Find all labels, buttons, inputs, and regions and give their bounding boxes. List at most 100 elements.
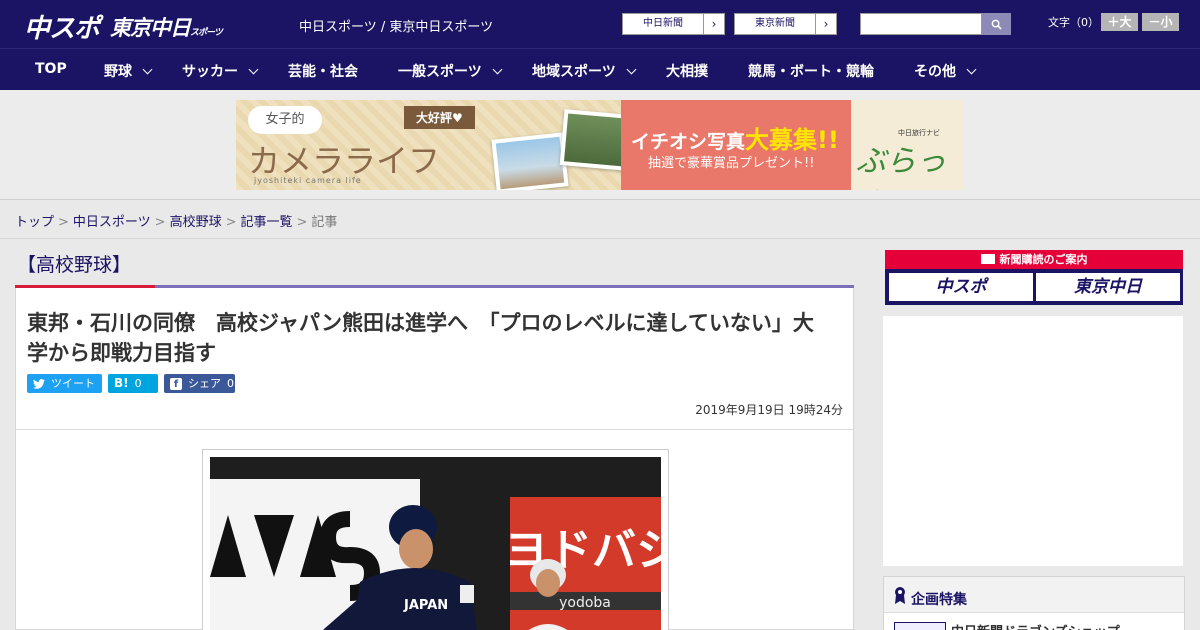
facebook-share-button[interactable]: f シェア 0 (164, 374, 235, 393)
chunichi-shimbun-label: 中日新聞 (643, 18, 683, 29)
banner-brand-logo: ぶらっ人 (856, 144, 946, 190)
breadcrumb-koko-yakyu[interactable]: 高校野球 (170, 215, 222, 230)
top-header: 中スポ 東京中日スポーツ 中日スポーツ / 東京中日スポーツ 中日新聞 › 東京… (0, 0, 1200, 48)
facebook-share-label: シェア (188, 377, 221, 390)
article-photo[interactable]: ヨドバシ yodoba JAPAN (210, 457, 661, 630)
section-title: 【高校野球】 (17, 254, 132, 276)
sidebar-ad[interactable] (883, 316, 1183, 566)
chevron-down-icon (142, 64, 153, 75)
nav-label: 芸能・社会 (288, 64, 358, 80)
facebook-icon: f (170, 377, 182, 390)
tokyo-chunichi-logo-small: スポーツ (190, 28, 223, 38)
article-date: 2019年9月19日 19時24分 (695, 403, 843, 417)
subscription-notice[interactable]: 新聞購読のご案内 中スポ 東京中日 (885, 250, 1183, 305)
nav-label: その他 (914, 64, 956, 80)
search-input[interactable] (860, 13, 982, 35)
breadcrumb-article-list[interactable]: 記事一覧 (241, 215, 293, 230)
breadcrumb-separator: > (154, 215, 166, 230)
nav-item-sumo[interactable]: 大相撲 (666, 61, 708, 81)
tweet-label: ツイート (51, 377, 95, 390)
nav-item-soccer[interactable]: サッカー (182, 61, 259, 81)
breadcrumb: トップ > 中日スポーツ > 高校野球 > 記事一覧 > 記事 (15, 211, 337, 230)
divider (0, 238, 1200, 239)
baseball-player-photo: ヨドバシ yodoba JAPAN (210, 457, 661, 630)
chevron-right-icon: › (703, 14, 724, 34)
banner-promo-emph: 大募集 (745, 126, 818, 154)
article-photo-frame: ヨドバシ yodoba JAPAN (202, 449, 669, 630)
nav-item-local-sports[interactable]: 地域スポーツ (532, 61, 637, 81)
svg-text:yodoba: yodoba (559, 595, 611, 611)
article-headline: 東邦・石川の同僚 高校ジャパン熊田は進学へ 「プロのレベルに達していない」大学か… (27, 311, 814, 365)
banner-prize: 抽選で豪華賞品プレゼント!! (648, 156, 815, 171)
ad-banner[interactable]: 女子的 カメラライフ jyoshiteki camera life 大好評♥ イ… (236, 100, 964, 190)
banner-photo (491, 132, 569, 190)
chevron-right-icon: › (815, 14, 836, 34)
chevron-down-icon (492, 64, 503, 75)
subscription-notice-title: 新聞購読のご案内 (885, 250, 1183, 269)
nav-label: 一般スポーツ (398, 64, 482, 80)
feature-item-link[interactable]: 中日新聞ドラゴンズショップ (951, 621, 1120, 630)
nav-item-general-sports[interactable]: 一般スポーツ (398, 61, 503, 81)
subscription-notice-text: 新聞購読のご案内 (999, 253, 1088, 266)
nav-label: 野球 (104, 64, 132, 80)
ribbon-icon (895, 587, 905, 604)
feature-panel-title: 企画特集 (911, 592, 967, 608)
search-icon (991, 19, 1002, 30)
nav-item-racing[interactable]: 競馬・ボート・競輪 (748, 61, 874, 81)
nav-label: TOP (35, 61, 67, 77)
banner-area: 女子的 カメラライフ jyoshiteki camera life 大好評♥ イ… (0, 90, 1200, 200)
banner-promo-suffix: !! (817, 126, 839, 154)
breadcrumb-chunichi-sports[interactable]: 中日スポーツ (73, 215, 151, 230)
feature-item-thumbnail[interactable] (894, 622, 946, 630)
banner-promo-prefix: イチオシ写真 (631, 131, 746, 153)
nav-item-entertainment[interactable]: 芸能・社会 (288, 61, 358, 81)
banner-promo-text: イチオシ写真大募集!! (631, 120, 839, 155)
main-nav: TOP 野球 サッカー 芸能・社会 一般スポーツ 地域スポーツ 大相撲 競馬・ボ… (0, 48, 1200, 90)
nav-item-other[interactable]: その他 (914, 61, 977, 81)
chevron-down-icon (248, 64, 259, 75)
nav-label: 地域スポーツ (532, 64, 616, 80)
breadcrumb-separator: > (58, 215, 69, 230)
hatena-bookmark-button[interactable]: B! 0 (108, 374, 158, 393)
nav-item-baseball[interactable]: 野球 (104, 61, 153, 81)
nav-item-top[interactable]: TOP (35, 61, 67, 77)
search-button[interactable] (982, 13, 1011, 35)
nav-label: サッカー (182, 64, 238, 80)
breadcrumb-current: 記事 (311, 215, 338, 230)
tokyo-chunichi-logo[interactable]: 東京中日スポーツ (110, 12, 223, 42)
nav-label: 競馬・ボート・競輪 (748, 64, 874, 80)
breadcrumb-separator: > (296, 215, 308, 230)
section-header: 【高校野球】 (15, 250, 854, 290)
breadcrumb-top[interactable]: トップ (15, 215, 54, 230)
divider (16, 429, 853, 430)
tokyo-chunichi-logo-text: 東京中日 (110, 16, 191, 40)
banner-subtitle: jyoshiteki camera life (254, 176, 362, 185)
chuspo-logo[interactable]: 中スポ (24, 8, 100, 45)
svg-text:ヨドバシ: ヨドバシ (504, 525, 661, 576)
banner-bubble: 女子的 (248, 106, 322, 134)
subscribe-chuspo-button[interactable]: 中スポ (889, 273, 1033, 301)
feature-panel-header: 企画特集 (884, 577, 1184, 613)
font-smaller-button[interactable]: －小 (1142, 13, 1179, 31)
nav-label: 大相撲 (666, 64, 708, 80)
chevron-down-icon (966, 64, 977, 75)
facebook-share-count: 0 (227, 377, 234, 390)
chevron-down-icon (626, 64, 637, 75)
tweet-button[interactable]: ツイート (27, 374, 102, 393)
breadcrumb-separator: > (225, 215, 237, 230)
twitter-bird-icon (33, 378, 45, 389)
tokyo-shimbun-link[interactable]: 東京新聞 › (734, 13, 837, 35)
site-links[interactable]: 中日スポーツ / 東京中日スポーツ (299, 16, 493, 35)
font-bigger-button[interactable]: ＋大 (1101, 13, 1138, 31)
article: 東邦・石川の同僚 高校ジャパン熊田は進学へ 「プロのレベルに達していない」大学か… (15, 288, 854, 630)
hatena-count: 0 (134, 377, 142, 390)
hatena-icon: B! (114, 376, 129, 390)
newspaper-icon (980, 254, 995, 264)
svg-text:JAPAN: JAPAN (403, 598, 448, 613)
chunichi-shimbun-link[interactable]: 中日新聞 › (622, 13, 725, 35)
banner-tag: 大好評♥ (404, 106, 475, 129)
tokyo-shimbun-label: 東京新聞 (755, 18, 795, 29)
feature-panel: 企画特集 中日新聞ドラゴンズショップ (883, 576, 1185, 630)
font-size-label: 文字（0） (1048, 16, 1099, 29)
subscribe-tokyo-chunichi-button[interactable]: 東京中日 (1036, 273, 1180, 301)
